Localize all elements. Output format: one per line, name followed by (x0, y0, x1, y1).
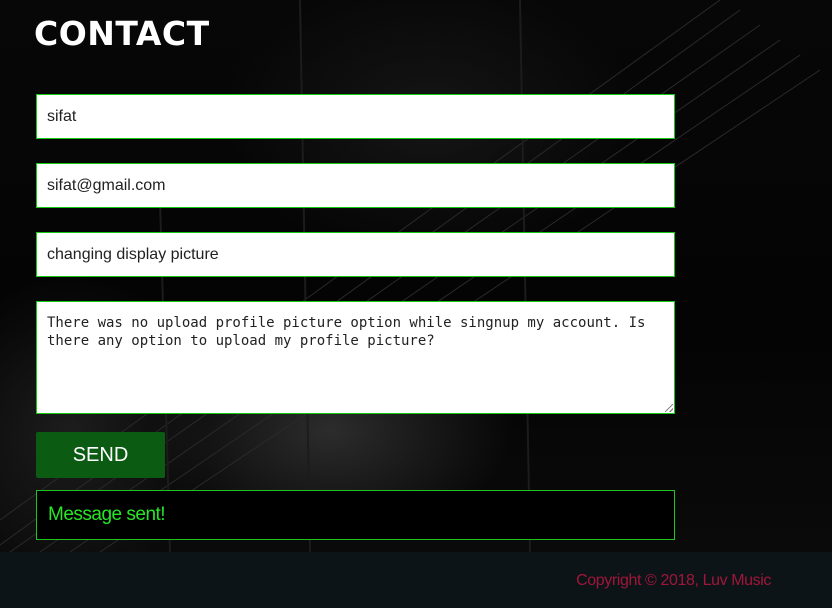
resize-grip-icon[interactable] (665, 404, 673, 412)
status-message-box: Message sent! (36, 490, 675, 540)
page-title: CONTACT (34, 14, 210, 53)
status-message: Message sent! (48, 504, 166, 525)
message-field[interactable]: There was no upload profile picture opti… (36, 301, 675, 414)
footer: Copyright © 2018, Luv Music (0, 552, 832, 608)
subject-field[interactable] (36, 232, 675, 277)
name-field[interactable] (36, 94, 675, 139)
email-field[interactable] (36, 163, 675, 208)
copyright-text: Copyright © 2018, Luv Music (576, 572, 771, 589)
message-field-wrapper: There was no upload profile picture opti… (36, 301, 675, 414)
page: CONTACT There was no upload profile pict… (0, 0, 832, 608)
send-button[interactable]: SEND (36, 432, 165, 478)
